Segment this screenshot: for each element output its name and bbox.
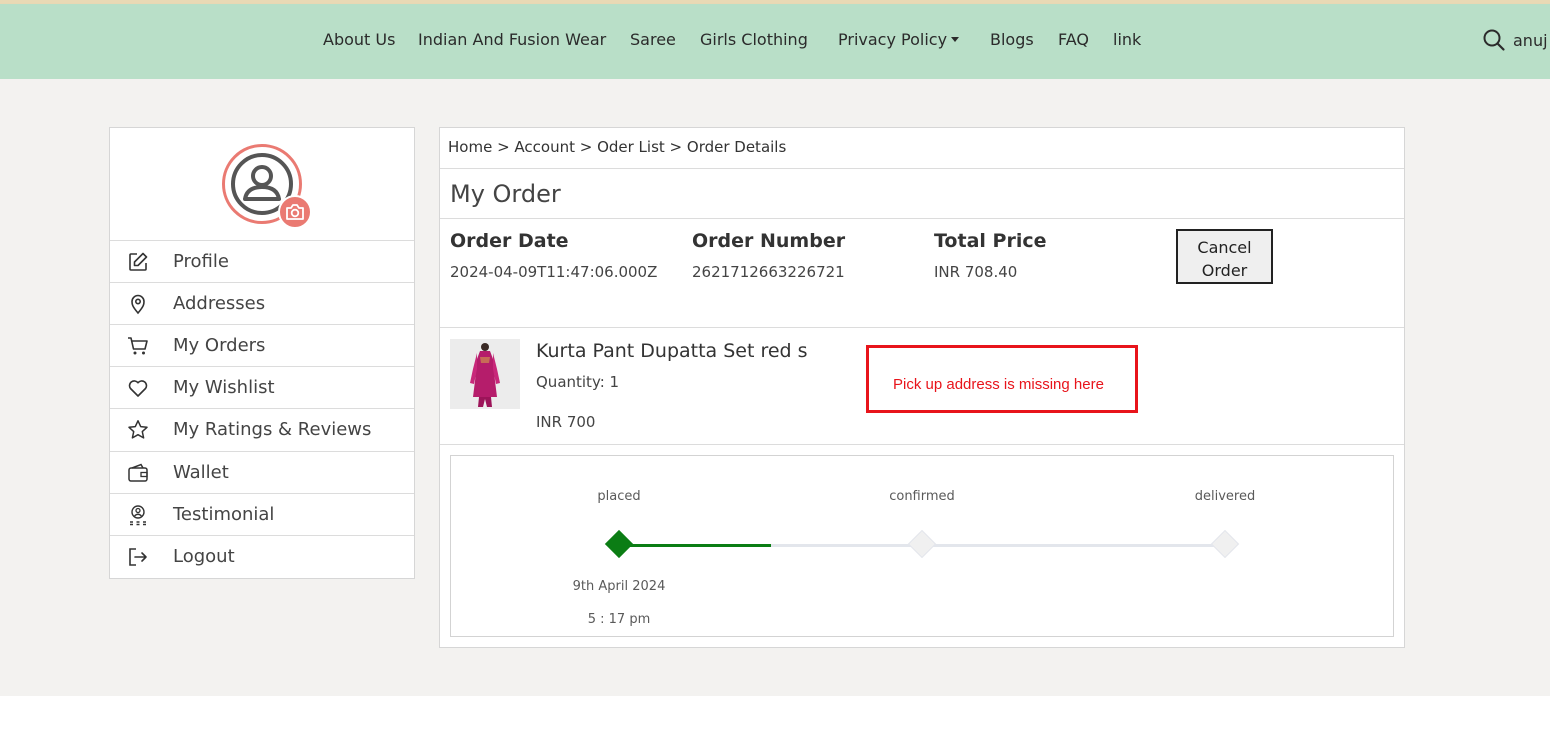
heart-icon — [128, 380, 148, 397]
order-date-label: Order Date — [450, 230, 569, 252]
nav-about-us[interactable]: About Us — [323, 30, 395, 49]
sidebar-item-wallet[interactable]: Wallet — [110, 451, 414, 493]
step-label-delivered: delivered — [1194, 489, 1256, 504]
sidebar-item-label: Wallet — [173, 462, 229, 483]
order-date-value: 2024-04-09T11:47:06.000Z — [450, 263, 658, 281]
sidebar-item-label: My Ratings & Reviews — [173, 419, 372, 440]
sidebar-item-logout[interactable]: Logout — [110, 535, 414, 577]
breadcrumb[interactable]: Home > Account > Oder List > Order Detai… — [448, 138, 786, 156]
divider — [440, 327, 1404, 328]
total-price-label: Total Price — [934, 230, 1047, 252]
step-label-placed: placed — [597, 489, 641, 504]
nav-link[interactable]: link — [1113, 30, 1141, 49]
product-name[interactable]: Kurta Pant Dupatta Set red s — [536, 340, 808, 362]
nav-indian-fusion-wear[interactable]: Indian And Fusion Wear — [418, 30, 606, 49]
caret-down-icon — [951, 37, 960, 42]
camera-icon — [286, 204, 304, 220]
star-icon — [128, 420, 148, 439]
cancel-button-line2: Order — [1201, 260, 1248, 280]
user-name-link[interactable]: anuj — [1513, 31, 1548, 50]
sidebar-item-addresses[interactable]: Addresses — [110, 282, 414, 324]
sidebar-item-label: Profile — [173, 251, 229, 272]
sidebar-item-label: My Wishlist — [173, 377, 275, 398]
nav-privacy-policy-dropdown[interactable]: Privacy Policy — [838, 30, 960, 49]
product-quantity: Quantity: 1 — [536, 373, 620, 391]
annotation-box: Pick up address is missing here — [866, 345, 1138, 413]
wallet-icon — [128, 463, 148, 482]
step-label-confirmed: confirmed — [889, 489, 955, 504]
sidebar-item-my-orders[interactable]: My Orders — [110, 324, 414, 366]
product-price: INR 700 — [536, 413, 596, 431]
nav-saree[interactable]: Saree — [630, 30, 676, 49]
search-icon[interactable] — [1482, 28, 1506, 52]
avatar — [222, 144, 312, 229]
nav-blogs[interactable]: Blogs — [990, 30, 1034, 49]
step-node-delivered — [1210, 529, 1240, 559]
sidebar-item-label: My Orders — [173, 335, 266, 356]
total-price-value: INR 708.40 — [934, 263, 1018, 281]
logout-icon — [129, 548, 147, 566]
placed-date: 9th April 2024 — [572, 579, 666, 594]
order-number-value: 2621712663226721 — [692, 263, 845, 281]
award-icon — [130, 505, 146, 526]
annotation-text: Pick up address is missing here — [893, 376, 1104, 393]
cancel-button-line1: Cancel — [1197, 237, 1252, 257]
divider — [440, 444, 1404, 445]
sidebar-item-label: Addresses — [173, 293, 266, 314]
sidebar-item-ratings-reviews[interactable]: My Ratings & Reviews — [110, 408, 414, 450]
order-status-tracker: placed confirmed delivered 9th April 202… — [450, 455, 1394, 637]
map-pin-icon — [131, 294, 145, 315]
progress-fill — [619, 544, 771, 547]
sidebar-item-label: Logout — [173, 546, 235, 567]
page-title: My Order — [450, 180, 561, 208]
edit-icon — [129, 252, 148, 271]
divider — [440, 168, 1404, 169]
order-details-panel: Home > Account > Oder List > Order Detai… — [439, 127, 1405, 648]
nav-girls-clothing[interactable]: Girls Clothing — [700, 30, 808, 49]
top-navbar: About Us Indian And Fusion Wear Saree Gi… — [0, 4, 1550, 79]
product-photo — [470, 343, 500, 407]
step-node-confirmed — [907, 529, 937, 559]
account-sidebar: Profile Addresses My Orders My Wishlist … — [109, 127, 415, 579]
order-number-label: Order Number — [692, 230, 846, 252]
step-node-placed — [604, 529, 634, 559]
sidebar-item-testimonial[interactable]: Testimonial — [110, 493, 414, 535]
cancel-order-button[interactable]: Cancel Order — [1176, 229, 1273, 284]
nav-faq[interactable]: FAQ — [1058, 30, 1089, 49]
product-image[interactable] — [450, 339, 520, 409]
sidebar-item-profile[interactable]: Profile — [110, 240, 414, 282]
cart-icon — [128, 337, 148, 355]
sidebar-item-label: Testimonial — [173, 504, 275, 525]
divider — [440, 218, 1404, 219]
placed-time: 5 : 17 pm — [587, 612, 651, 627]
nav-privacy-policy-label: Privacy Policy — [838, 30, 948, 49]
sidebar-item-my-wishlist[interactable]: My Wishlist — [110, 366, 414, 408]
change-photo-button[interactable] — [278, 195, 312, 229]
